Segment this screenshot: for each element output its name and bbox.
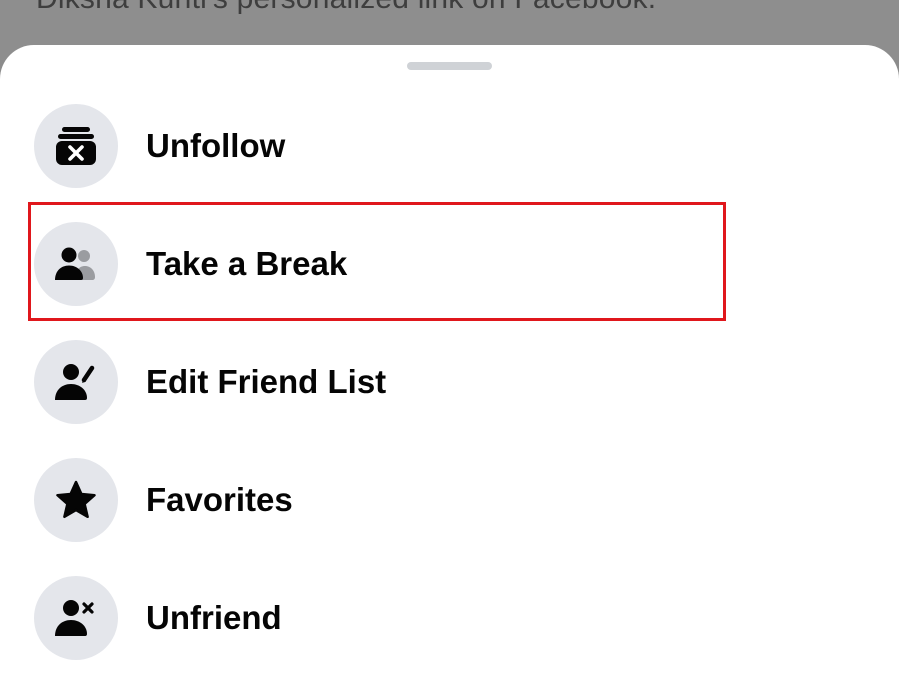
menu-item-favorites[interactable]: Favorites <box>0 450 899 550</box>
menu-item-label: Edit Friend List <box>146 363 387 400</box>
menu-item-edit-friend-list[interactable]: Edit Friend List <box>0 332 899 432</box>
menu-item-unfollow[interactable]: Unfollow <box>0 96 899 196</box>
menu-item-take-a-break[interactable]: Take a Break <box>0 214 899 314</box>
menu-item-label: Take a Break <box>146 245 348 282</box>
menu-item-label: Unfriend <box>146 599 282 636</box>
menu-item-label: Favorites <box>146 481 293 518</box>
edit-friend-list-icon <box>34 340 118 424</box>
star-icon <box>34 458 118 542</box>
unfollow-icon <box>34 104 118 188</box>
unfriend-icon <box>34 576 118 660</box>
menu-item-label: Unfollow <box>146 127 286 164</box>
sheet-drag-handle[interactable] <box>407 62 492 70</box>
background-link-text: Diksha Kuriti's personalized link on Fac… <box>36 0 656 16</box>
menu-item-unfriend[interactable]: Unfriend <box>0 568 899 668</box>
bottom-sheet-menu: Unfollow Take a Break Edit Friend List F… <box>0 45 899 685</box>
take-a-break-icon <box>34 222 118 306</box>
